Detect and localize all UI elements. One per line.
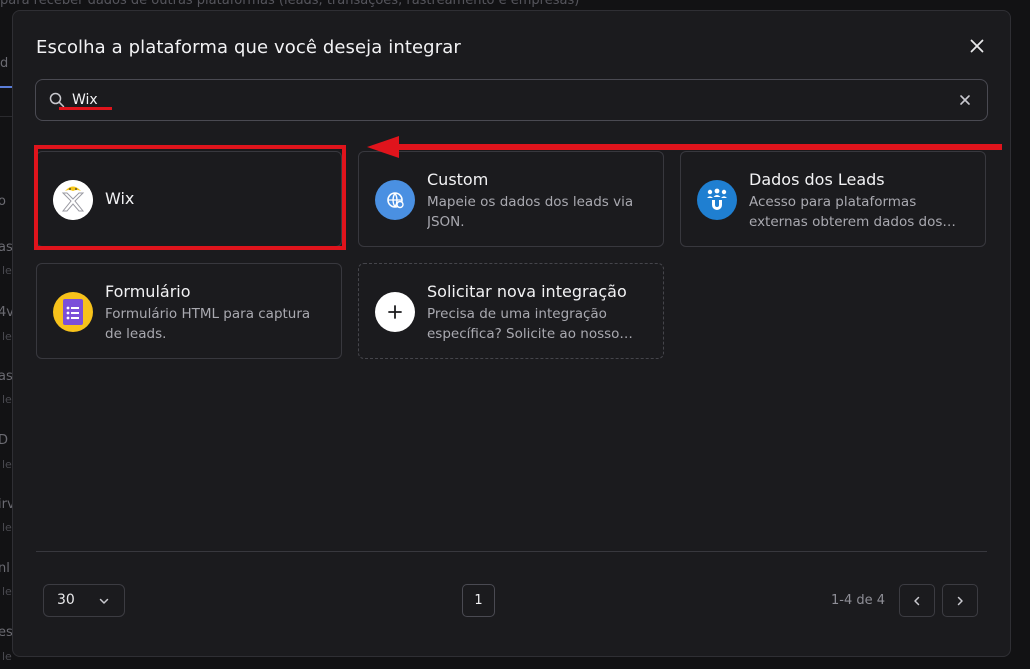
next-page-button[interactable] (942, 584, 978, 617)
modal-title: Escolha a plataforma que você deseja int… (36, 37, 461, 58)
background-row-title: 4v (0, 305, 12, 320)
background-row-title: es (0, 625, 12, 640)
background-row-sub: le (2, 393, 12, 406)
integration-card-dados-leads[interactable]: Dados dos Leads Acesso para plataformas … (680, 151, 986, 247)
annotation-highlight-box (34, 145, 346, 250)
page-number-button[interactable]: 1 (462, 584, 495, 617)
page-size-select[interactable]: 30 (43, 584, 125, 617)
background-row-title: as (0, 369, 12, 384)
background-row-title: nl (0, 561, 10, 576)
integration-card-solicitar[interactable]: Solicitar nova integração Precisa de uma… (358, 263, 664, 359)
plus-icon (375, 292, 415, 332)
annotation-underline (59, 107, 112, 110)
background-row-title: irv (0, 497, 12, 512)
chevron-down-icon (99, 598, 109, 604)
card-title: Formulário (105, 282, 191, 301)
search-icon (49, 92, 65, 108)
background-tab: d (0, 56, 9, 71)
background-row-sub: le (2, 521, 12, 534)
pagination-range: 1-4 de 4 (831, 593, 886, 608)
background-row-sub: le (2, 330, 12, 343)
card-description: Precisa de uma integração específica? So… (427, 306, 620, 342)
close-icon (970, 39, 984, 53)
previous-page-button[interactable] (899, 584, 935, 617)
background-subtitle: para receber dados de outras plataformas… (0, 0, 580, 8)
search-input[interactable] (72, 89, 952, 111)
clear-icon[interactable] (958, 93, 972, 107)
close-button[interactable] (966, 35, 988, 57)
background-row-sub: le (2, 264, 12, 277)
background-list: d o as le 4v le as le D le irv le nl le … (0, 0, 12, 669)
card-description: Formulário HTML para captura de leads. (105, 306, 311, 342)
background-row-sub: le (2, 585, 12, 598)
footer-divider (36, 551, 987, 552)
card-title: Custom (427, 170, 489, 189)
integration-card-custom[interactable]: Custom Mapeie os dados dos leads via JSO… (358, 151, 664, 247)
background-tab-indicator (0, 86, 12, 88)
card-description: Acesso para plataformas externas obterem… (749, 194, 943, 230)
card-title: Dados dos Leads (749, 170, 885, 189)
background-divider (0, 116, 12, 117)
chevron-left-icon (914, 596, 920, 605)
background-row-title: as (0, 240, 12, 255)
background-row-sub: leads (2, 650, 12, 663)
background-row-sub: le (2, 458, 12, 471)
integration-card-formulario[interactable]: Formulário Formulário HTML para captura … (36, 263, 342, 359)
chevron-right-icon (957, 596, 963, 605)
search-field[interactable] (35, 79, 988, 121)
card-title: Solicitar nova integração (427, 282, 627, 301)
globe-icon (375, 180, 415, 220)
background-row-title: D (0, 433, 9, 448)
annotation-arrow (367, 136, 1002, 158)
page-size-value: 30 (57, 592, 75, 608)
integration-modal: Escolha a plataforma que você deseja int… (12, 10, 1011, 657)
form-icon (53, 292, 93, 332)
card-description: Mapeie os dados dos leads via JSON. (427, 194, 634, 230)
magnet-users-icon (697, 180, 737, 220)
background-row-title: o (0, 194, 6, 209)
